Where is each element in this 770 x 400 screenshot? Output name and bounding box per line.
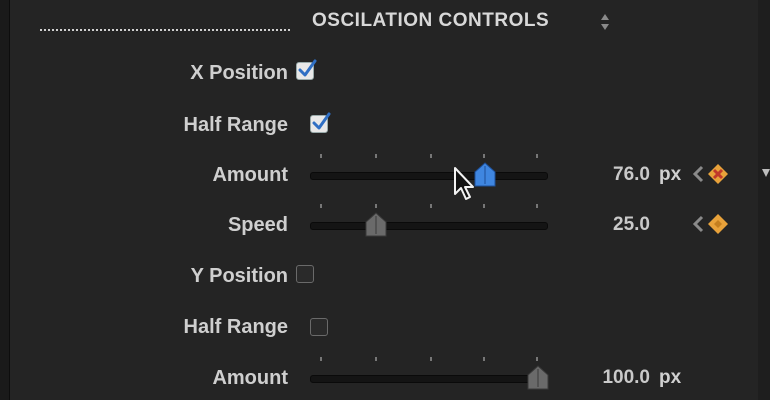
x-speed-slider-track[interactable] (310, 222, 548, 230)
panel-right-edge (758, 0, 770, 400)
x-half-range-checkbox[interactable] (310, 112, 331, 133)
disclosure-arrow-icon[interactable] (762, 166, 770, 180)
slider-tick (536, 204, 538, 208)
x-half-range-label: Half Range (183, 114, 288, 136)
slider-tick (430, 357, 432, 361)
x-amount-value[interactable]: 76.0 (560, 164, 650, 186)
keyframe-diamond-icon[interactable] (690, 213, 730, 235)
y-amount-unit: px (659, 367, 682, 388)
slider-tick (375, 154, 377, 158)
slider-tick (483, 154, 485, 158)
slider-tick (320, 204, 322, 208)
header-divider (40, 29, 290, 31)
slider-tick (375, 357, 377, 361)
slider-tick (375, 204, 377, 208)
x-speed-value[interactable]: 25.0 (560, 214, 650, 236)
inspector-panel: OSCILATION CONTROLS X Position Half Rang… (0, 0, 770, 400)
x-amount-label: Amount (212, 164, 288, 186)
x-position-checkbox[interactable] (296, 59, 317, 80)
x-amount-unit: px (659, 164, 682, 185)
y-position-label: Y Position (190, 265, 288, 287)
checkmark-icon (312, 112, 331, 130)
slider-tick (483, 357, 485, 361)
y-amount-slider-track[interactable] (310, 375, 548, 383)
y-amount-label: Amount (212, 367, 288, 389)
y-amount-value[interactable]: 100.0 (560, 367, 650, 389)
slider-tick (430, 204, 432, 208)
slider-tick (320, 154, 322, 158)
y-amount-slider-thumb[interactable] (527, 365, 549, 391)
keyframe-diamond-icon[interactable] (690, 163, 730, 185)
x-amount-slider-track[interactable] (310, 172, 548, 180)
x-speed-slider-thumb[interactable] (365, 212, 387, 238)
panel-left-edge (0, 0, 10, 400)
x-amount-slider-thumb[interactable] (474, 162, 496, 188)
slider-tick (320, 357, 322, 361)
up-down-chevron-icon[interactable] (599, 11, 611, 33)
mouse-pointer-icon (454, 167, 474, 200)
slider-tick (536, 154, 538, 158)
slider-tick (483, 204, 485, 208)
slider-tick (536, 357, 538, 361)
y-half-range-label: Half Range (183, 316, 288, 338)
y-position-checkbox[interactable] (296, 265, 314, 283)
x-speed-label: Speed (227, 214, 288, 236)
checkmark-icon (298, 59, 317, 77)
y-half-range-checkbox[interactable] (310, 318, 328, 336)
slider-tick (430, 154, 432, 158)
section-title[interactable]: OSCILATION CONTROLS (312, 10, 549, 32)
x-position-label: X Position (190, 62, 288, 84)
